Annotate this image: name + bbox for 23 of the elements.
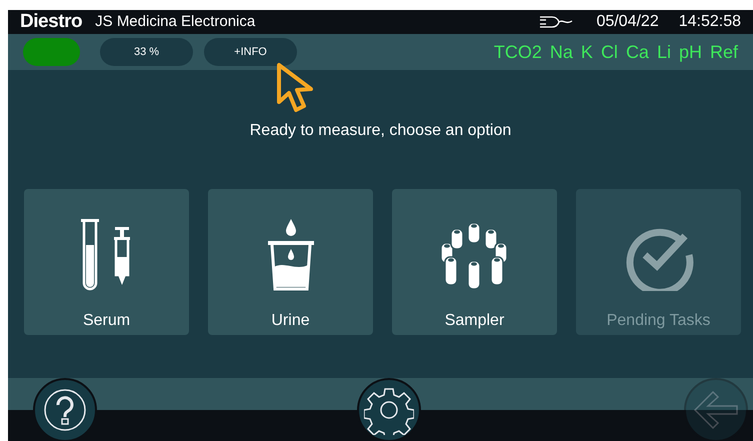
brand-logo: Diestro: [20, 10, 82, 34]
window-title: JS Medicina Electronica: [95, 12, 256, 32]
option-tile[interactable]: Serum: [24, 189, 189, 335]
power-plug-icon: [538, 15, 574, 29]
parameter-label: Li: [656, 40, 671, 64]
option-tile[interactable]: Sampler: [392, 189, 557, 335]
cup-with-drop-icon: [266, 219, 316, 291]
parameter-label: pH: [678, 40, 702, 64]
pointer-cursor-icon: [276, 62, 316, 114]
status-message: Ready to measure, choose an option: [248, 121, 512, 141]
parameter-label: Ref: [710, 40, 738, 64]
parameter-label: Na: [550, 40, 573, 64]
battery-level: 33 %: [100, 38, 193, 66]
info-button[interactable]: +INFO: [204, 38, 297, 66]
back-arrow-icon: [691, 390, 741, 430]
parameter-label: Cl: [600, 40, 618, 64]
date-text: 05/04/22: [596, 12, 659, 32]
help-icon: [42, 387, 88, 433]
parameter-label: Ca: [626, 40, 649, 64]
parameter-label: TCO2: [494, 40, 542, 64]
parameter-label: K: [580, 40, 593, 64]
option-tile[interactable]: Urine: [208, 189, 373, 335]
time-text: 14:52:58: [678, 12, 741, 32]
